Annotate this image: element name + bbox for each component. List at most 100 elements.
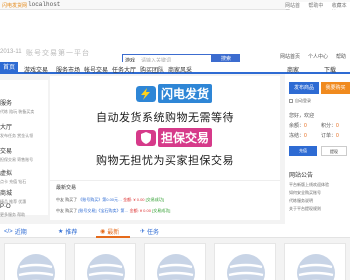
star-icon: ★ — [58, 229, 64, 235]
category-title: 虚拟 — [0, 171, 13, 177]
item-link[interactable]: [账号交易]《宝石购卖》第… — [78, 208, 128, 213]
latest-transactions: 最新交易 中友 购买了 《账号购买》第0.00元… 金额: ¥ 0.00 [交易… — [50, 180, 280, 220]
site-welcome[interactable]: 闪电发货网 — [2, 2, 27, 9]
tab-task[interactable]: ✈ 任务 — [140, 227, 159, 236]
frozen-value: 0 — [304, 133, 307, 139]
frozen-stat: 冻结：0 — [289, 132, 307, 139]
category-sidebar: 服务 代练 陪玩 装备买卖 大厅 发布任务 赏金认领 交易 担保交易 寄售账号 … — [0, 80, 48, 218]
auto-login-checkbox[interactable]: 自动登录 — [289, 98, 311, 104]
logo-lightning-text: 闪电发货 — [158, 84, 213, 103]
status-badge: [交易成功] — [152, 208, 171, 213]
product-card[interactable] — [284, 243, 346, 280]
category-sub: 代练 陪玩 装备买卖 — [0, 109, 35, 114]
product-card[interactable] — [214, 243, 276, 280]
category-title: P·O — [0, 204, 11, 210]
product-card[interactable] — [4, 243, 66, 280]
category-sub: 更多服务 帮助 — [0, 212, 26, 217]
header-link-user[interactable]: 个人中心 — [308, 53, 328, 60]
logo-guarantee-text: 担保交易 — [158, 128, 213, 147]
host-label: localhost — [28, 1, 61, 8]
list-item[interactable]: 中友 购买了 [账号交易]《宝石购卖》第… 金额: ¥ 0.00 [交易成功] — [56, 208, 170, 214]
notice-title: 网站公告 — [289, 173, 314, 179]
category-title: 交易 — [0, 149, 13, 155]
orders-value: 0 — [336, 133, 339, 139]
nav-item-team[interactable]: 购买团队 — [140, 65, 164, 74]
header-date: 2013-11 — [0, 49, 22, 55]
user-greeting: 您好，欢迎 — [289, 113, 315, 119]
category-item[interactable]: 虚拟 点卡 充值 钻石 — [0, 168, 26, 185]
content-tabs: </> 近期 ★ 推荐 ◉ 最新 ✈ 任务 — [0, 224, 350, 238]
tab-recent[interactable]: </> 近期 — [4, 227, 27, 237]
category-title: 大厅 — [0, 125, 13, 131]
publish-button[interactable]: 发布商品 — [289, 82, 319, 94]
nav-item-merchant[interactable]: 商家风采 — [168, 65, 192, 74]
category-item[interactable]: 大厅 发布任务 赏金认领 — [0, 122, 33, 139]
buyer-text: 中友 购买了 — [56, 197, 78, 202]
site-slogan: 账号交易第一平台 — [26, 50, 90, 57]
category-sub: 点卡 充值 钻石 — [0, 179, 27, 184]
site-header: 2013-11 账号交易第一平台 游戏 请输入关键词 搜索 热门搜索： 网站首页… — [0, 10, 350, 72]
globe-icon — [17, 254, 55, 280]
promo-banner[interactable]: 闪电发货 自动发货系统购物无需等待 担保交易 购物无担忧为买家担保交易 — [50, 76, 280, 180]
buy-button[interactable]: 我要购买 — [321, 82, 350, 94]
header-link-home[interactable]: 网站首页 — [280, 53, 300, 60]
tab-label: 推荐 — [65, 230, 78, 236]
notice-item[interactable]: 代练服务说明 — [289, 198, 313, 204]
nav-item-home[interactable]: 首页 — [0, 62, 19, 74]
price-text: 金额: ¥ 0.00 — [123, 197, 145, 202]
tab-label: 最新 — [107, 230, 120, 236]
target-icon: ◉ — [100, 229, 106, 235]
category-title: 商城 — [0, 191, 13, 197]
status-badge: [交易成功] — [145, 197, 164, 202]
recharge-button[interactable]: 充值 — [289, 146, 317, 156]
checkbox-label: 自动登录 — [295, 98, 311, 103]
balance-stat: 余额：0 — [289, 122, 307, 129]
nav-item-service[interactable]: 服务市场 — [56, 65, 80, 74]
notice-item[interactable]: 如何安全购买账号 — [289, 190, 321, 196]
tab-label: 近期 — [14, 230, 27, 236]
product-card[interactable] — [144, 243, 206, 280]
points-value: 0 — [336, 123, 339, 129]
nav-item-account[interactable]: 帐号交易 — [84, 65, 108, 74]
logo-lightning-delivery: 闪电发货 — [136, 84, 213, 103]
latest-title: 最新交易 — [56, 185, 77, 191]
category-sub: 担保交易 寄售账号 — [0, 157, 34, 162]
orders-label: 订单： — [321, 133, 337, 139]
list-item[interactable]: 中友 购买了 《账号购买》第0.00元… 金额: ¥ 0.00 [交易成功] — [56, 197, 164, 203]
globe-icon — [157, 254, 195, 280]
tab-recommend[interactable]: ★ 推荐 — [58, 227, 77, 236]
checkbox-box[interactable] — [289, 99, 293, 103]
logo-guarantee: 担保交易 — [136, 128, 213, 147]
product-cards — [0, 238, 350, 280]
balance-value: 0 — [304, 123, 307, 129]
product-card[interactable] — [74, 243, 136, 280]
category-sub: 发布任务 赏金认领 — [0, 133, 34, 138]
globe-icon — [227, 254, 265, 280]
category-item[interactable]: 交易 担保交易 寄售账号 — [0, 146, 33, 163]
balance-label: 余额： — [289, 123, 305, 129]
category-item[interactable]: 服务 代练 陪玩 装备买卖 — [0, 98, 34, 115]
notice-item[interactable]: 关于平台提现规则 — [289, 206, 321, 212]
category-item[interactable]: 商城 精品 推荐 优惠 — [0, 188, 26, 205]
orders-stat: 订单：0 — [321, 132, 339, 139]
buyer-text: 中友 购买了 — [56, 208, 78, 213]
price-text: 金额: ¥ 0.00 — [129, 208, 151, 213]
category-title: 服务 — [0, 101, 13, 107]
top-bar: 闪电发货网 localhost 网站首页 帮助中心 收藏本站 — [0, 0, 350, 152]
header-link-help[interactable]: 帮助 — [336, 53, 346, 60]
nav-item-task[interactable]: 任务大厅 — [112, 65, 136, 74]
nav-download[interactable]: 下载 — [324, 65, 336, 74]
frozen-label: 冻结： — [289, 133, 305, 139]
nav-merchant[interactable]: 商家 — [287, 65, 299, 74]
points-label: 积分： — [321, 123, 337, 129]
item-link[interactable]: 《账号购买》第0.00元… — [78, 197, 122, 202]
banner-line-2: 购物无担忧为买家担保交易 — [96, 155, 234, 167]
header-links: 网站首页 个人中心 帮助 — [280, 53, 346, 60]
nav-item-game[interactable]: 游戏交易 — [24, 65, 48, 74]
globe-icon — [87, 254, 125, 280]
tab-latest[interactable]: ◉ 最新 — [100, 227, 119, 236]
notice-item[interactable]: 平台新版上线欢迎体验 — [289, 182, 329, 188]
category-item[interactable]: P·O 更多服务 帮助 — [0, 204, 25, 218]
withdraw-button[interactable]: 提现 — [321, 146, 347, 156]
code-icon: </> — [4, 228, 13, 235]
